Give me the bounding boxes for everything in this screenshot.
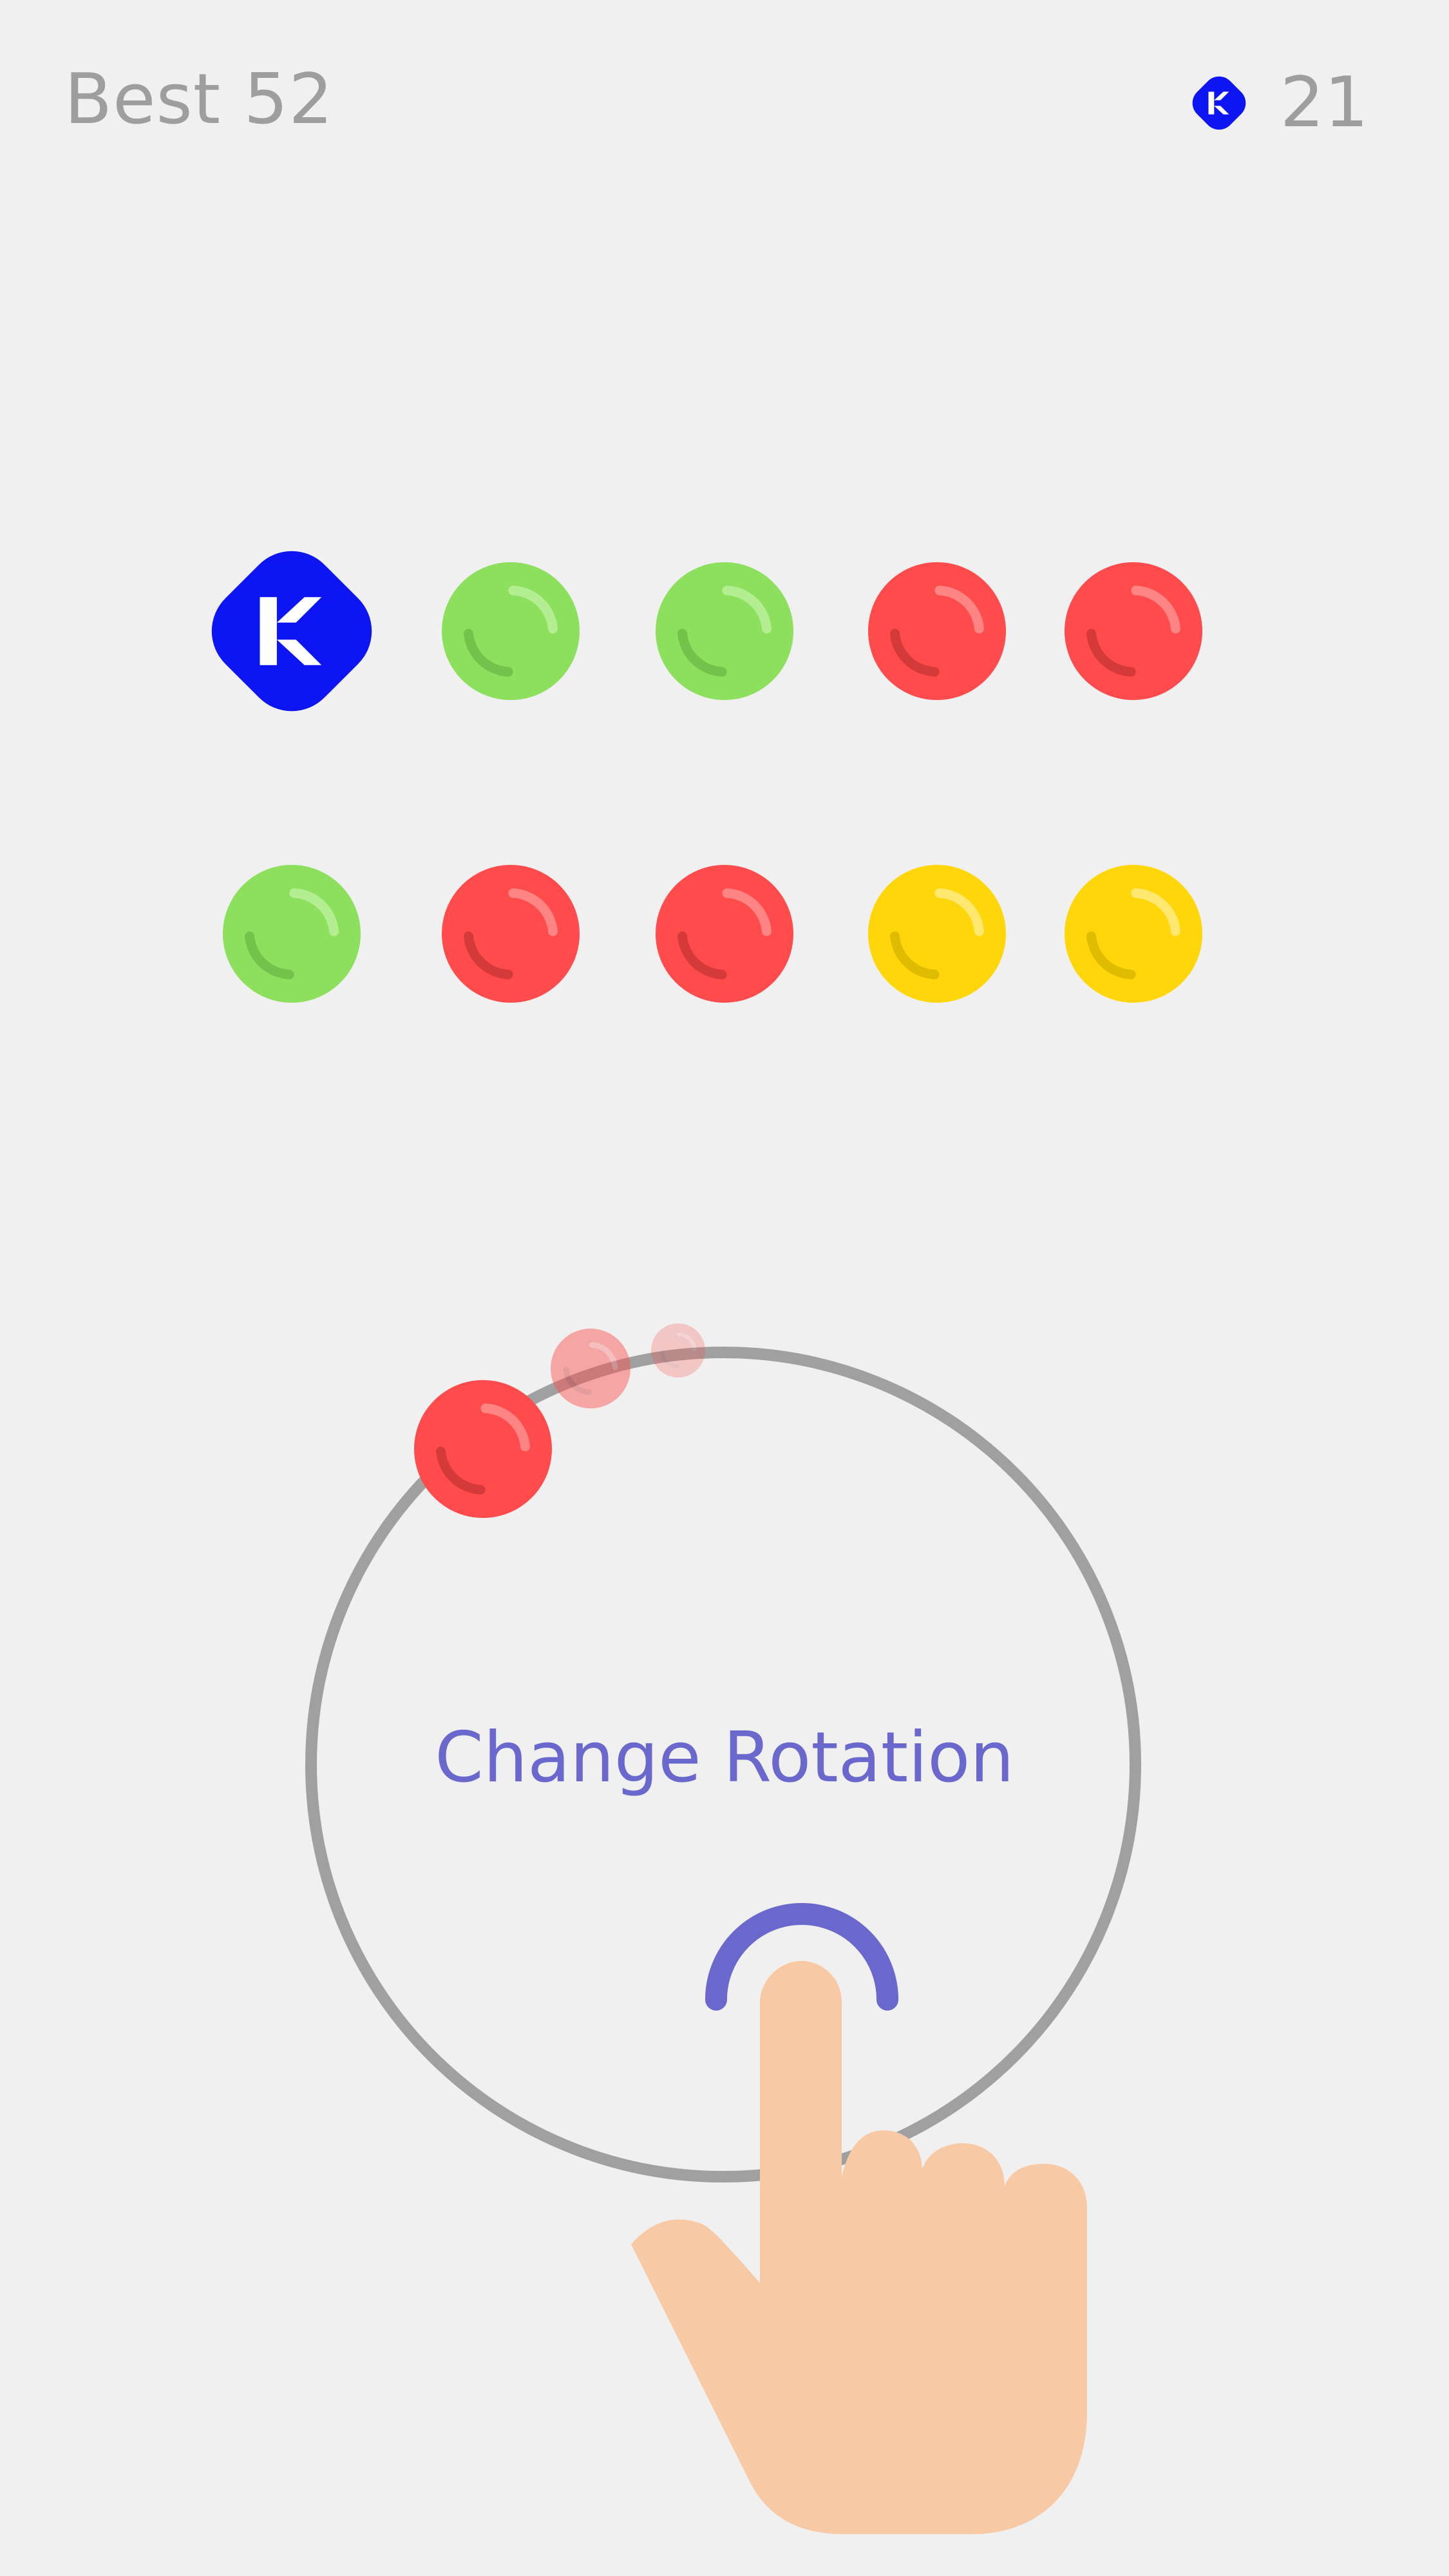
grid-cell-r2-c5-ball	[1065, 865, 1202, 1003]
game-board[interactable]	[0, 0, 1449, 2576]
player-trail-2	[551, 1329, 630, 1408]
grid-cell-r1-c3-ball	[656, 562, 793, 700]
grid-cell-r2-c4-ball	[868, 865, 1006, 1003]
player-ball	[414, 1380, 552, 1518]
grid-cell-r1-c4-ball	[868, 562, 1006, 700]
target-grid	[211, 551, 1202, 1003]
grid-cell-r1-c5-ball	[1065, 562, 1202, 700]
player-trail-1	[651, 1323, 705, 1378]
grid-cell-r2-c2-ball	[442, 865, 580, 1003]
player-ball-group	[414, 1323, 705, 1518]
grid-cell-r1-c1-gem	[211, 551, 372, 712]
grid-cell-r2-c3-ball	[656, 865, 793, 1003]
grid-cell-r1-c2-ball	[442, 562, 580, 700]
change-rotation-label: Change Rotation	[435, 1718, 1014, 1798]
grid-cell-r2-c1-ball	[223, 865, 361, 1003]
